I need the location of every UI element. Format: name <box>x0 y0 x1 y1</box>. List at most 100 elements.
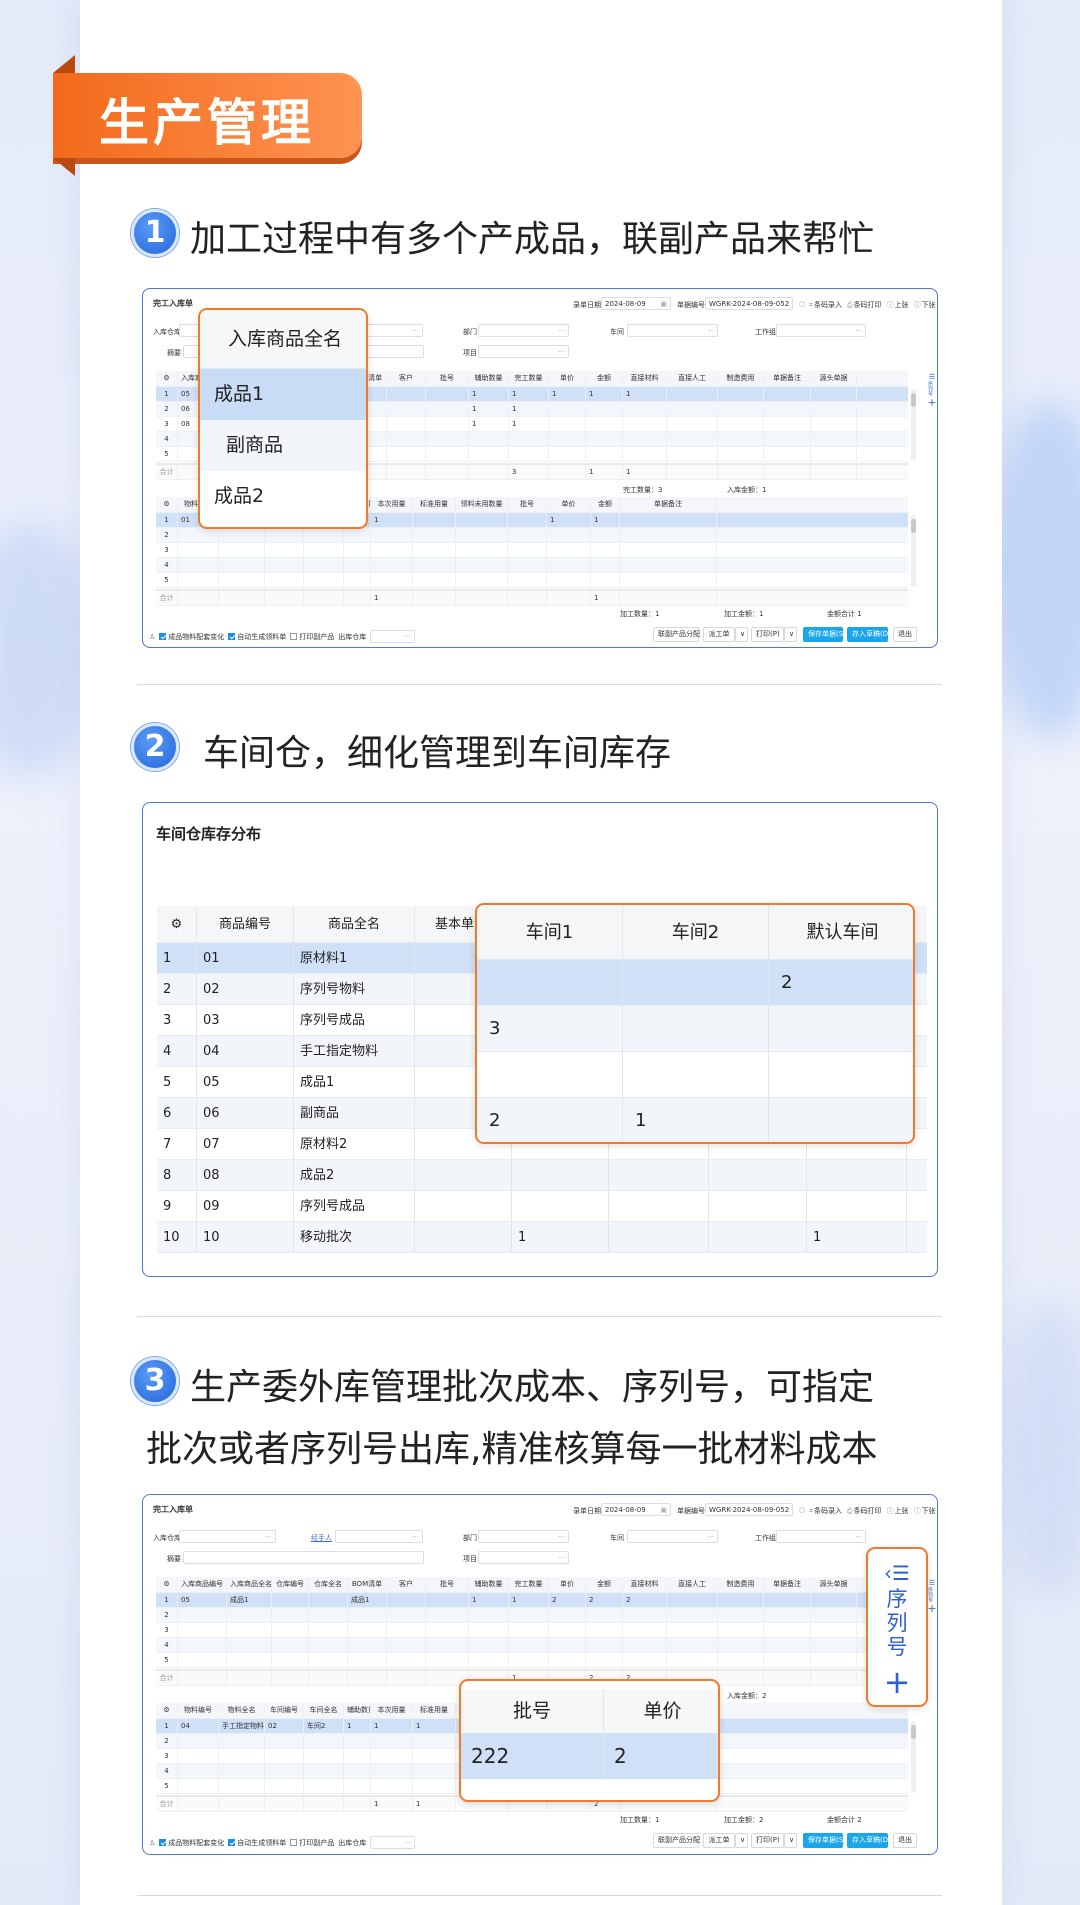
table-cell[interactable]: 1 <box>591 513 620 527</box>
table-cell[interactable] <box>509 432 549 446</box>
table-cell[interactable] <box>549 1638 586 1652</box>
checkbox[interactable] <box>159 633 167 640</box>
table-cell[interactable] <box>469 447 509 461</box>
table-cell[interactable] <box>456 513 508 527</box>
column-header[interactable]: 金额 <box>591 497 620 512</box>
table-cell[interactable] <box>227 1623 272 1637</box>
settings-gear-icon[interactable]: ⚙ <box>156 1703 178 1718</box>
table-cell[interactable]: 原材料1 <box>294 943 415 973</box>
table-cell[interactable] <box>371 1764 413 1778</box>
table-cell[interactable] <box>620 558 717 572</box>
field-input[interactable]: ··· <box>776 324 866 337</box>
column-header[interactable]: 批号 <box>508 497 547 512</box>
co-product-allocation-button[interactable]: 联副产品分配 <box>653 1833 700 1848</box>
table-cell[interactable]: 02 <box>197 974 294 1004</box>
checkbox-option[interactable]: 打印副产品 <box>290 632 334 642</box>
table-cell[interactable]: 1 <box>509 1593 549 1607</box>
table-cell[interactable]: 原材料2 <box>294 1129 415 1159</box>
column-header[interactable]: 入库商品编号 <box>178 1577 227 1592</box>
table-cell[interactable] <box>178 1764 219 1778</box>
popup-row[interactable] <box>477 1052 913 1098</box>
scrollbar-thumb[interactable] <box>911 393 916 407</box>
table-row[interactable]: 4 <box>156 558 908 573</box>
table-cell[interactable]: 3 <box>477 1006 623 1051</box>
popup-row[interactable]: 21 <box>477 1098 913 1142</box>
table-cell[interactable] <box>623 432 667 446</box>
table-cell[interactable] <box>387 1608 426 1622</box>
table-cell[interactable] <box>178 1749 219 1763</box>
column-header[interactable]: 直接材料 <box>623 1577 667 1592</box>
table-cell[interactable] <box>586 1608 623 1622</box>
table-cell[interactable] <box>549 1653 586 1667</box>
add-serial-icon[interactable]: + <box>868 1665 926 1699</box>
add-icon[interactable]: + <box>927 396 937 409</box>
table-cell[interactable] <box>348 1653 387 1667</box>
table-cell[interactable]: 1 <box>157 943 197 973</box>
table-row[interactable]: 3 <box>156 543 908 558</box>
table-cell[interactable] <box>413 573 456 587</box>
column-header[interactable]: 客户 <box>387 1577 426 1592</box>
table-cell[interactable] <box>413 528 456 542</box>
table-cell[interactable] <box>219 1779 265 1793</box>
table-cell[interactable] <box>456 543 508 557</box>
table-cell[interactable] <box>413 513 456 527</box>
table-cell[interactable] <box>426 1653 469 1667</box>
column-header[interactable]: 标准用量 <box>413 497 456 512</box>
table-cell[interactable] <box>509 1638 549 1652</box>
table-cell[interactable] <box>344 573 371 587</box>
dispatch-dropdown-button[interactable]: ∨ <box>735 627 748 642</box>
table-cell[interactable] <box>469 1623 509 1637</box>
table-cell[interactable] <box>387 1593 426 1607</box>
table-cell[interactable] <box>549 1623 586 1637</box>
table-cell[interactable] <box>764 1593 811 1607</box>
column-header[interactable]: 辅助数量 <box>469 1577 509 1592</box>
table-cell[interactable] <box>426 1623 469 1637</box>
table-cell[interactable] <box>509 1653 549 1667</box>
checkbox[interactable] <box>290 633 298 640</box>
table-cell[interactable]: 2 <box>623 1593 667 1607</box>
table-cell[interactable] <box>304 573 344 587</box>
field-label[interactable]: 经手人 <box>311 1533 332 1543</box>
table-cell[interactable] <box>265 1749 304 1763</box>
table-cell[interactable] <box>265 1734 304 1748</box>
column-header[interactable]: BOM清单 <box>348 1577 387 1592</box>
dropdown-option[interactable]: 成品2 <box>200 471 366 522</box>
table-cell[interactable] <box>178 1623 227 1637</box>
table-cell[interactable] <box>623 1653 667 1667</box>
table-cell[interactable] <box>549 447 586 461</box>
table-cell[interactable] <box>620 543 717 557</box>
table-cell[interactable] <box>549 402 586 416</box>
table-cell[interactable] <box>807 1191 907 1221</box>
user-icon[interactable]: ♙ <box>149 633 155 641</box>
table-cell[interactable] <box>667 432 718 446</box>
table-cell[interactable]: 1 <box>469 1593 509 1607</box>
table-cell[interactable] <box>667 1623 718 1637</box>
table-cell[interactable] <box>371 528 413 542</box>
table-cell[interactable]: 成品1 <box>294 1067 415 1097</box>
table-cell[interactable] <box>769 1006 913 1051</box>
table-cell[interactable] <box>426 402 469 416</box>
table-cell[interactable] <box>265 558 304 572</box>
table-cell[interactable] <box>667 387 718 401</box>
table-cell[interactable] <box>371 558 413 572</box>
column-header[interactable]: 制造费用 <box>718 371 764 386</box>
table-cell[interactable] <box>667 447 718 461</box>
table-cell[interactable] <box>623 1052 769 1097</box>
table-cell[interactable] <box>178 1653 227 1667</box>
dropdown-icon[interactable]: ··· <box>558 326 565 336</box>
table-cell[interactable]: 1 <box>413 1719 456 1733</box>
table-cell[interactable] <box>387 432 426 446</box>
table-cell[interactable] <box>304 543 344 557</box>
table-cell[interactable] <box>718 1638 764 1652</box>
checkbox[interactable] <box>228 1839 236 1846</box>
table-cell[interactable] <box>709 1160 807 1190</box>
table-cell[interactable] <box>547 543 591 557</box>
out-warehouse-input[interactable]: ··· <box>370 630 416 643</box>
table-cell[interactable] <box>609 1160 709 1190</box>
table-cell[interactable]: 02 <box>265 1719 304 1733</box>
table-cell[interactable] <box>718 1653 764 1667</box>
table-cell[interactable] <box>371 1749 413 1763</box>
table-cell[interactable] <box>718 417 764 431</box>
table-cell[interactable]: 5 <box>157 1067 197 1097</box>
option-radio-icon[interactable]: ○ <box>799 1506 805 1514</box>
